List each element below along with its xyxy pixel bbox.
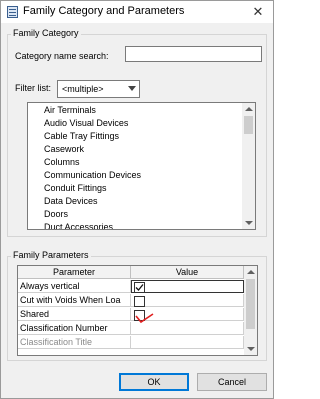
filter-list-dropdown[interactable]: <multiple> xyxy=(57,80,140,98)
checkmark-icon xyxy=(135,284,144,291)
scrollbar-thumb[interactable] xyxy=(246,279,255,329)
scroll-up-icon[interactable] xyxy=(244,266,257,278)
list-item[interactable]: Columns xyxy=(28,156,241,169)
category-item-label: Communication Devices xyxy=(44,170,142,180)
category-search-input[interactable] xyxy=(125,46,262,62)
ok-button[interactable]: OK xyxy=(119,373,189,391)
category-item-label: Air Terminals xyxy=(44,105,96,115)
category-item-label: Cable Tray Fittings xyxy=(44,131,120,141)
always-vertical-checkbox[interactable] xyxy=(134,282,145,293)
family-category-group-title: Family Category xyxy=(11,28,81,38)
category-item-label: Data Devices xyxy=(44,196,98,206)
category-item-label: Duct Accessories xyxy=(44,222,114,230)
table-row-value[interactable] xyxy=(131,322,244,335)
category-item-label: Audio Visual Devices xyxy=(44,118,129,128)
list-item[interactable]: Duct Accessories xyxy=(28,221,241,230)
list-item[interactable]: Air Terminals xyxy=(28,104,241,117)
cancel-button[interactable]: Cancel xyxy=(197,373,267,391)
column-header-value[interactable]: Value xyxy=(131,266,244,279)
cut-with-voids-checkbox[interactable] xyxy=(134,296,145,307)
category-item-label: Casework xyxy=(44,144,85,154)
category-item-label: Columns xyxy=(44,157,80,167)
column-header-parameter[interactable]: Parameter xyxy=(18,266,131,279)
chevron-down-icon xyxy=(128,86,136,91)
table-row-name[interactable]: Always vertical xyxy=(18,280,131,293)
list-item[interactable]: Cable Tray Fittings xyxy=(28,130,241,143)
title-bar: Family Category and Parameters ✕ xyxy=(1,1,273,23)
scroll-down-icon[interactable] xyxy=(244,343,257,355)
category-item-label: Conduit Fittings xyxy=(44,183,107,193)
parameters-table: Parameter Value Always vertical Cut with… xyxy=(17,265,258,356)
family-category-dialog: Family Category and Parameters ✕ Family … xyxy=(0,0,274,399)
table-row-value[interactable] xyxy=(131,336,244,349)
filter-list-value: <multiple> xyxy=(62,84,104,94)
category-list: Air Terminals Audio Visual Devices Cable… xyxy=(27,102,256,230)
list-item[interactable]: Doors xyxy=(28,208,241,221)
category-item-label: Doors xyxy=(44,209,69,219)
family-parameters-group-title: Family Parameters xyxy=(11,250,91,260)
category-list-scrollbar[interactable] xyxy=(242,103,255,229)
category-search-label: Category name search: xyxy=(15,51,109,61)
scroll-down-icon[interactable] xyxy=(242,217,255,229)
table-row-value[interactable] xyxy=(131,280,244,293)
dialog-title: Family Category and Parameters xyxy=(23,5,185,17)
list-item[interactable]: Audio Visual Devices xyxy=(28,117,241,130)
filter-list-label: Filter list: xyxy=(15,83,51,93)
close-icon[interactable]: ✕ xyxy=(247,4,269,20)
table-row-name[interactable]: Cut with Voids When Loa xyxy=(18,294,131,307)
list-item[interactable]: Data Devices xyxy=(28,195,241,208)
dialog-app-icon xyxy=(7,6,18,18)
list-item[interactable]: Conduit Fittings xyxy=(28,182,241,195)
list-item[interactable]: Casework xyxy=(28,143,241,156)
parameters-scrollbar[interactable] xyxy=(244,266,257,355)
table-row-name[interactable]: Shared xyxy=(18,308,131,321)
scrollbar-thumb[interactable] xyxy=(244,116,253,134)
scroll-up-icon[interactable] xyxy=(242,103,255,115)
list-item[interactable]: Communication Devices xyxy=(28,169,241,182)
table-row-name[interactable]: Classification Number xyxy=(18,322,131,335)
table-row-value[interactable] xyxy=(131,294,244,307)
table-row-name[interactable]: Classification Title xyxy=(18,336,131,349)
